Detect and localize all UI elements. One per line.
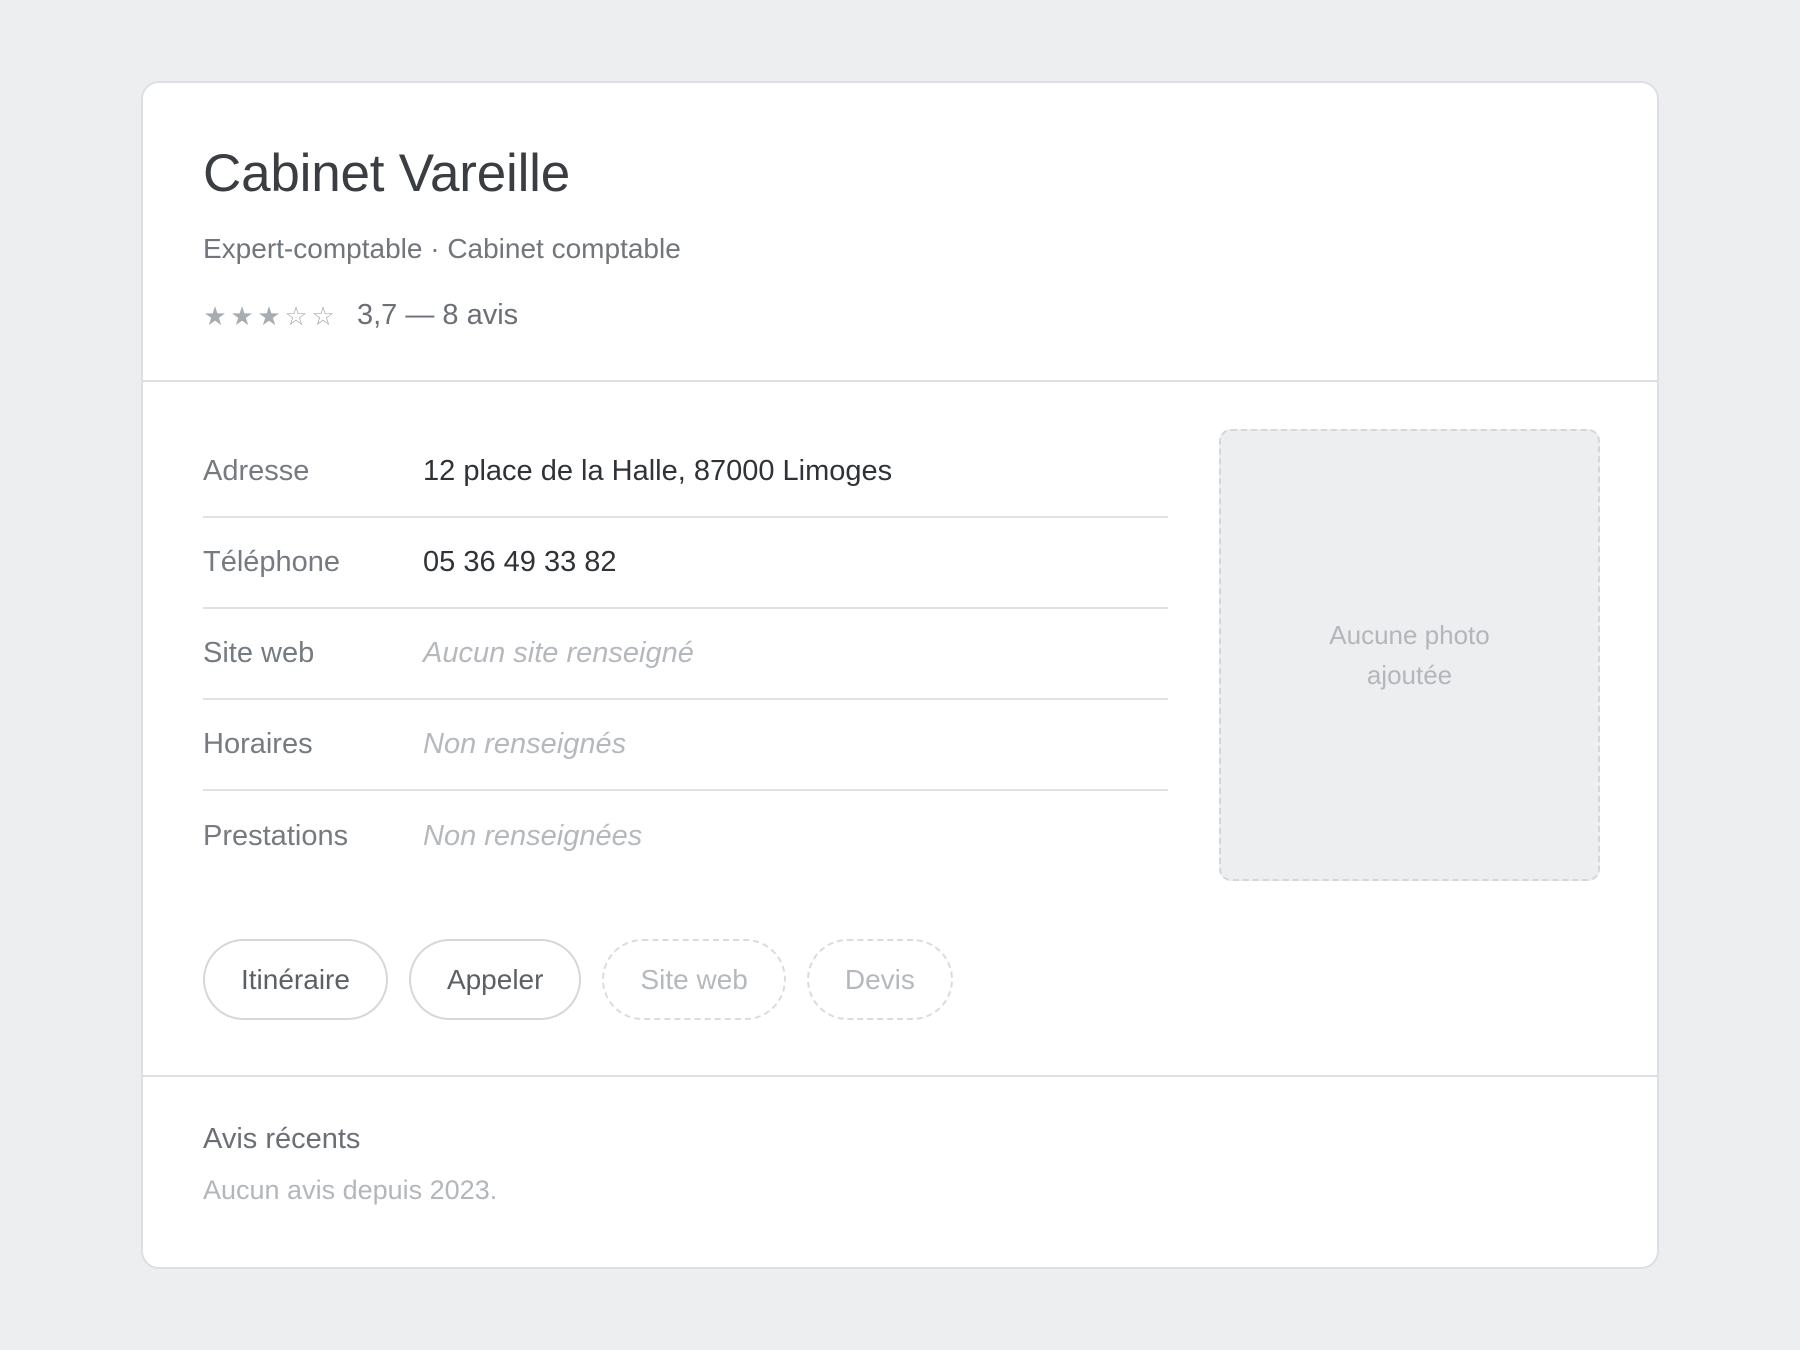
rating-summary: 3,7 — 8 avis bbox=[357, 299, 519, 331]
photo-placeholder-text: Aucune photo ajoutée bbox=[1329, 620, 1490, 690]
detail-label: Prestations bbox=[203, 820, 349, 852]
star-icon: ★ bbox=[230, 300, 254, 331]
detail-row-website: Site web Aucun site renseigné bbox=[203, 609, 1168, 700]
business-category: Expert-comptable · Cabinet comptable bbox=[203, 233, 681, 264]
star-outline-icon: ☆ bbox=[284, 300, 308, 331]
detail-row-hours: Horaires Non renseignés bbox=[203, 700, 1168, 791]
business-details: Adresse 12 place de la Halle, 87000 Limo… bbox=[143, 382, 1657, 1077]
detail-row-address: Adresse 12 place de la Halle, 87000 Limo… bbox=[203, 427, 1168, 518]
website-value: Aucun site renseigné bbox=[423, 637, 694, 669]
rating-stars: ★ ★ ★ ☆ ☆ bbox=[203, 303, 335, 329]
detail-label: Site web bbox=[203, 637, 315, 669]
rating: ★ ★ ★ ☆ ☆ 3,7 — 8 avis bbox=[203, 299, 518, 332]
hours-value: Non renseignés bbox=[423, 728, 627, 760]
reviews-title: Avis récents bbox=[203, 1123, 361, 1155]
recent-reviews: Avis récents Aucun avis depuis 2023. bbox=[143, 1077, 1657, 1267]
detail-label: Horaires bbox=[203, 728, 313, 760]
business-header: Cabinet Vareille Expert-comptable · Cabi… bbox=[143, 83, 1657, 382]
business-name: Cabinet Vareille bbox=[203, 144, 571, 203]
call-button[interactable]: Appeler bbox=[408, 939, 582, 1020]
detail-label: Adresse bbox=[203, 455, 310, 487]
reviews-empty-text: Aucun avis depuis 2023. bbox=[203, 1175, 498, 1205]
detail-row-phone: Téléphone 05 36 49 33 82 bbox=[203, 518, 1168, 609]
address-value[interactable]: 12 place de la Halle, 87000 Limoges bbox=[423, 455, 892, 488]
quote-button: Devis bbox=[806, 939, 953, 1020]
services-value: Non renseignées bbox=[423, 820, 643, 852]
website-button: Site web bbox=[602, 939, 786, 1020]
directions-button[interactable]: Itinéraire bbox=[203, 939, 388, 1020]
star-outline-icon: ☆ bbox=[311, 300, 335, 331]
details-list: Adresse 12 place de la Halle, 87000 Limo… bbox=[203, 427, 1168, 882]
star-icon: ★ bbox=[257, 300, 281, 331]
detail-label: Téléphone bbox=[203, 546, 341, 578]
business-card: Cabinet Vareille Expert-comptable · Cabi… bbox=[141, 81, 1659, 1269]
photo-placeholder: Aucune photo ajoutée bbox=[1219, 429, 1600, 881]
action-buttons: Itinéraire Appeler Site web Devis bbox=[203, 939, 953, 1020]
phone-value[interactable]: 05 36 49 33 82 bbox=[423, 546, 617, 579]
detail-row-services: Prestations Non renseignées bbox=[203, 791, 1168, 882]
star-icon: ★ bbox=[203, 300, 227, 331]
